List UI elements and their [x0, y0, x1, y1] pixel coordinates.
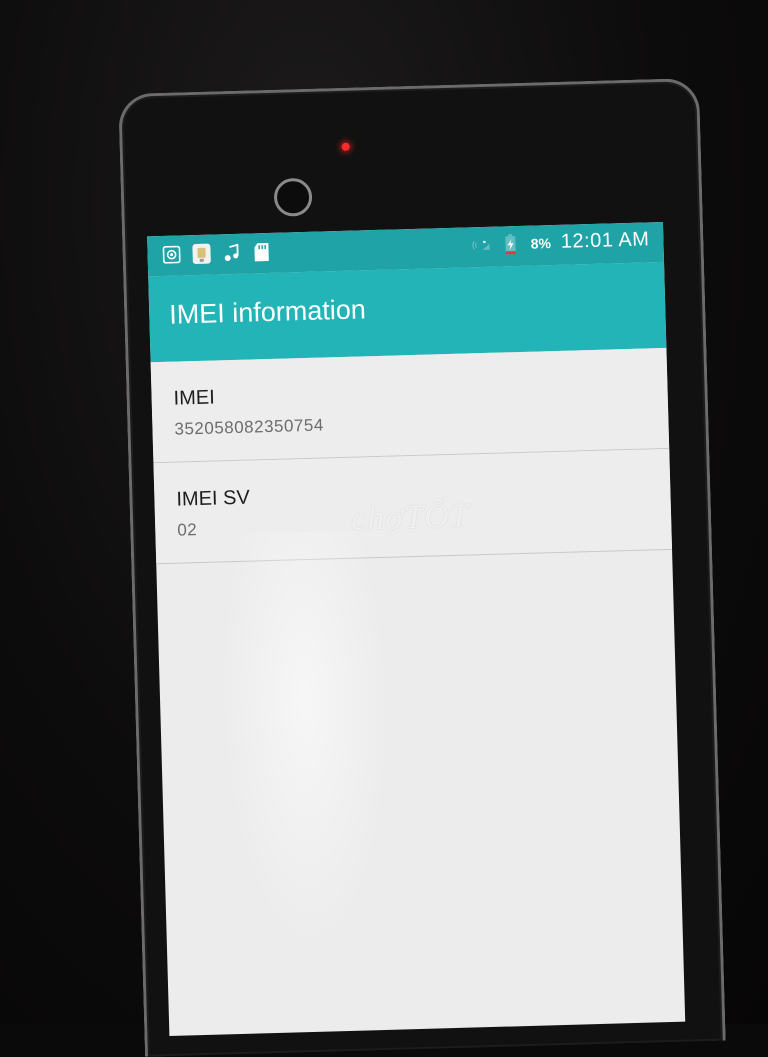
app-bar: IMEI information — [148, 261, 667, 363]
settings-icon — [161, 243, 182, 266]
battery-percentage: 8% — [530, 234, 552, 252]
sd-card-icon — [251, 241, 272, 264]
notification-icons — [161, 241, 272, 266]
list-item-imei[interactable]: IMEI 352058082350754 — [150, 347, 670, 464]
imei-value: 352058082350754 — [174, 415, 325, 439]
status-clock: 12:01 AM — [560, 228, 650, 253]
phone-screen: 8% 12:01 AM IMEI information IMEI 352058… — [147, 221, 686, 1037]
watermark-logo: chợTỐT — [350, 497, 471, 538]
camera-led — [341, 142, 350, 151]
page-title: IMEI information — [168, 294, 367, 330]
screen-glare — [215, 529, 398, 955]
sim-toolkit-icon — [191, 243, 212, 266]
front-camera — [273, 177, 313, 217]
imei-sv-label: IMEI SV — [176, 486, 251, 511]
imei-label: IMEI — [173, 386, 216, 410]
charging-icon — [500, 232, 521, 255]
imei-sv-value: 02 — [177, 520, 198, 540]
music-icon — [221, 242, 242, 265]
no-signal-icon — [470, 233, 491, 256]
system-status: 8% 12:01 AM — [470, 228, 650, 256]
phone-device: 8% 12:01 AM IMEI information IMEI 352058… — [118, 77, 726, 1057]
